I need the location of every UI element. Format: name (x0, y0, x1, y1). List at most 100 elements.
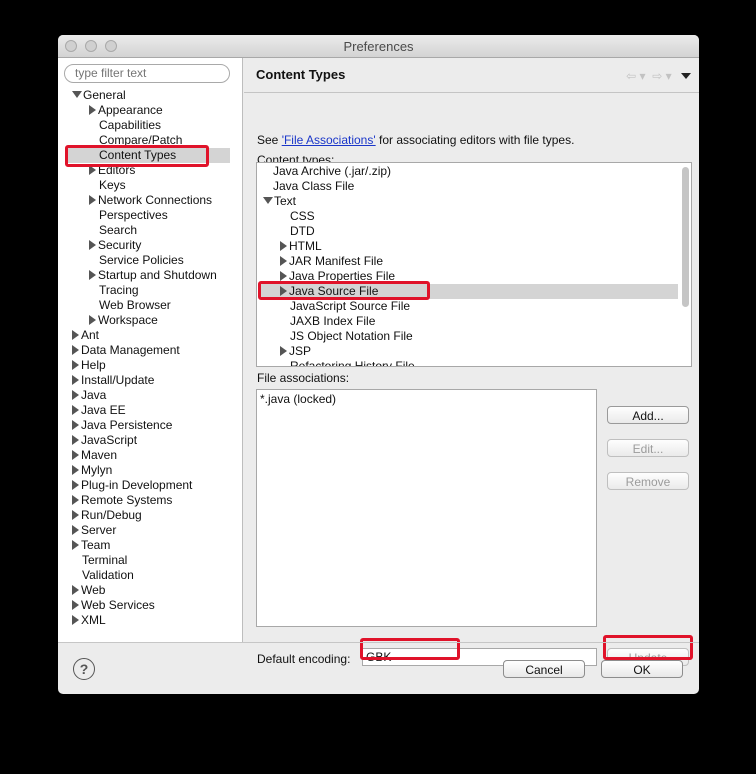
sidebar-item[interactable]: JavaScript (65, 433, 230, 448)
forward-arrow-icon[interactable]: ⇨ ▾ (652, 69, 671, 83)
disclosure-closed-icon[interactable] (72, 375, 79, 385)
content-types-tree[interactable]: Java Archive (.jar/.zip) Java Class File T… (256, 162, 692, 367)
sidebar-item[interactable]: Plug-in Development (65, 478, 230, 493)
sidebar-item[interactable]: Install/Update (65, 373, 230, 388)
sidebar-item-label: Tracing (99, 283, 139, 297)
edit-button[interactable]: Edit... (607, 439, 689, 457)
content-type-item[interactable]: JS Object Notation File (260, 329, 678, 344)
sidebar-item[interactable]: Run/Debug (65, 508, 230, 523)
sidebar-item[interactable]: Keys (65, 178, 230, 193)
disclosure-closed-icon[interactable] (72, 525, 79, 535)
disclosure-closed-icon[interactable] (280, 256, 287, 266)
sidebar-item[interactable]: Java Persistence (65, 418, 230, 433)
disclosure-closed-icon[interactable] (89, 240, 96, 250)
content-type-item[interactable]: JAR Manifest File (260, 254, 678, 269)
disclosure-closed-icon[interactable] (89, 270, 96, 280)
content-type-item[interactable]: CSS (260, 209, 678, 224)
disclosure-closed-icon[interactable] (72, 330, 79, 340)
disclosure-closed-icon[interactable] (72, 615, 79, 625)
view-menu-icon[interactable] (681, 73, 691, 79)
disclosure-closed-icon[interactable] (89, 195, 96, 205)
sidebar-item[interactable]: Network Connections (65, 193, 230, 208)
window-title: Preferences (343, 39, 414, 54)
disclosure-closed-icon[interactable] (72, 435, 79, 445)
sidebar-item[interactable]: Team (65, 538, 230, 553)
disclosure-closed-icon[interactable] (72, 420, 79, 430)
sidebar-item[interactable]: Appearance (65, 103, 230, 118)
disclosure-closed-icon[interactable] (280, 271, 287, 281)
java-source-highlight (258, 281, 430, 300)
sidebar-item[interactable]: Validation (65, 568, 230, 583)
back-arrow-icon[interactable]: ⇦ ▾ (626, 69, 645, 83)
disclosure-closed-icon[interactable] (72, 510, 79, 520)
sidebar-item[interactable]: General (65, 88, 230, 103)
sidebar-item[interactable]: Terminal (65, 553, 230, 568)
sidebar-item[interactable]: XML (65, 613, 230, 628)
content-type-item-label: JAR Manifest File (289, 254, 384, 268)
disclosure-closed-icon[interactable] (72, 600, 79, 610)
sidebar-item[interactable]: Help (65, 358, 230, 373)
add-button[interactable]: Add... (607, 406, 689, 424)
content-type-item[interactable]: Java Archive (.jar/.zip) (260, 164, 678, 179)
content-types-scrollbar[interactable] (682, 167, 689, 307)
sidebar-item[interactable]: Data Management (65, 343, 230, 358)
sidebar-item[interactable]: Capabilities (65, 118, 230, 133)
content-type-item-label: JAXB Index File (290, 314, 376, 328)
sidebar-item-label: Network Connections (98, 193, 213, 207)
disclosure-open-icon[interactable] (72, 91, 82, 98)
remove-button[interactable]: Remove (607, 472, 689, 490)
disclosure-closed-icon[interactable] (72, 540, 79, 550)
disclosure-closed-icon[interactable] (72, 450, 79, 460)
disclosure-closed-icon[interactable] (280, 241, 287, 251)
sidebar-item[interactable]: Security (65, 238, 230, 253)
disclosure-open-icon[interactable] (263, 197, 273, 204)
disclosure-closed-icon[interactable] (72, 360, 79, 370)
disclosure-closed-icon[interactable] (89, 315, 96, 325)
sidebar-item[interactable]: Mylyn (65, 463, 230, 478)
ok-button[interactable]: OK (601, 660, 683, 678)
sidebar-item[interactable]: Service Policies (65, 253, 230, 268)
sidebar-item[interactable]: Web (65, 583, 230, 598)
content-type-item[interactable]: Java Class File (260, 179, 678, 194)
disclosure-closed-icon[interactable] (72, 495, 79, 505)
disclosure-closed-icon[interactable] (280, 346, 287, 356)
content-type-item[interactable]: JSP (260, 344, 678, 359)
sidebar-item[interactable]: Startup and Shutdown (65, 268, 230, 283)
sidebar-item[interactable]: Web Services (65, 598, 230, 613)
sidebar-item[interactable]: Server (65, 523, 230, 538)
file-associations-list[interactable]: *.java (locked) (256, 389, 597, 627)
file-associations-hint: See 'File Associations' for associating … (257, 133, 574, 147)
disclosure-closed-icon[interactable] (72, 390, 79, 400)
sidebar-item[interactable]: Java EE (65, 403, 230, 418)
sidebar-item[interactable]: Perspectives (65, 208, 230, 223)
filter-input[interactable] (64, 64, 230, 83)
sidebar-item-label: General (83, 88, 126, 102)
content-type-item[interactable]: JavaScript Source File (260, 299, 678, 314)
cancel-button[interactable]: Cancel (503, 660, 585, 678)
sidebar-item[interactable]: Tracing (65, 283, 230, 298)
disclosure-closed-icon[interactable] (72, 465, 79, 475)
sidebar-item-label: XML (81, 613, 106, 627)
file-associations-link[interactable]: 'File Associations' (282, 133, 376, 147)
disclosure-closed-icon[interactable] (72, 345, 79, 355)
sidebar-item-label: Web (81, 583, 106, 597)
disclosure-closed-icon[interactable] (72, 585, 79, 595)
disclosure-closed-icon[interactable] (72, 405, 79, 415)
list-item[interactable]: *.java (locked) (260, 392, 336, 406)
sidebar-item[interactable]: Maven (65, 448, 230, 463)
content-type-item[interactable]: Text (260, 194, 678, 209)
sidebar-item[interactable]: Remote Systems (65, 493, 230, 508)
help-icon[interactable]: ? (73, 658, 95, 680)
content-type-item[interactable]: HTML (260, 239, 678, 254)
sidebar-item[interactable]: Java (65, 388, 230, 403)
page-title: Content Types (256, 67, 346, 82)
sidebar-item[interactable]: Search (65, 223, 230, 238)
content-type-item[interactable]: DTD (260, 224, 678, 239)
disclosure-closed-icon[interactable] (89, 105, 96, 115)
content-type-item[interactable]: JAXB Index File (260, 314, 678, 329)
disclosure-closed-icon[interactable] (72, 480, 79, 490)
sidebar-item[interactable]: Ant (65, 328, 230, 343)
sidebar-item[interactable]: Workspace (65, 313, 230, 328)
sidebar-item[interactable]: Web Browser (65, 298, 230, 313)
content-type-item[interactable]: Refactoring History File (260, 359, 678, 366)
